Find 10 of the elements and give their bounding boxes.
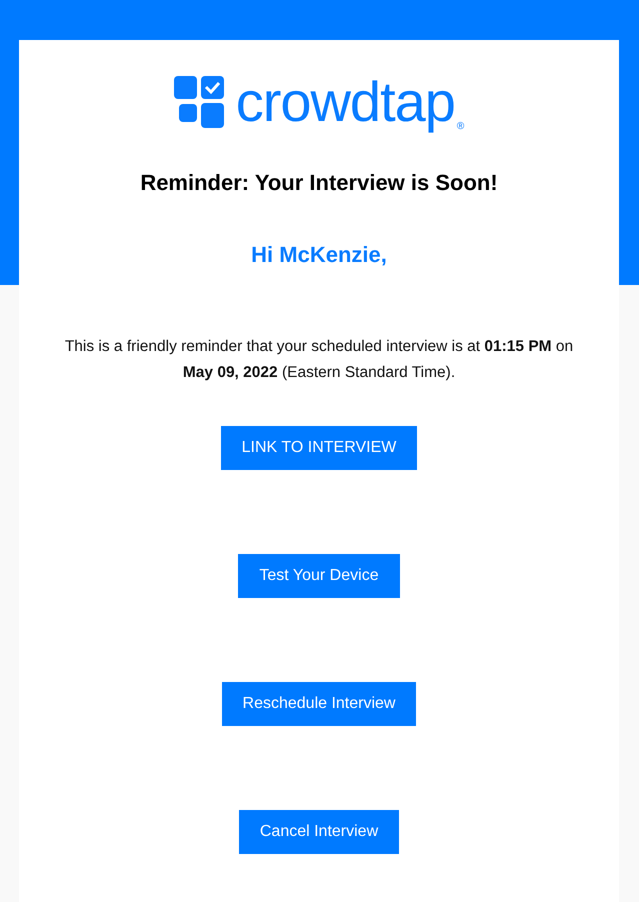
email-heading: Reminder: Your Interview is Soon! (140, 170, 498, 196)
greeting: Hi McKenzie, (251, 242, 387, 268)
action-button[interactable]: Reschedule Interview (222, 682, 416, 726)
logo-icon (174, 76, 226, 128)
logo-wordmark: crowdtap (236, 72, 455, 132)
reminder-message: This is a friendly reminder that your scheduled interview is at 01:15 PM on May 09, 2022 (Eastern Standard Time). (64, 337, 574, 383)
registered-mark: ® (456, 121, 464, 132)
action-button[interactable]: LINK TO INTERVIEW (220, 426, 418, 470)
action-button[interactable]: Test Your Device (238, 554, 400, 598)
action-button[interactable]: Cancel Interview (238, 810, 400, 854)
